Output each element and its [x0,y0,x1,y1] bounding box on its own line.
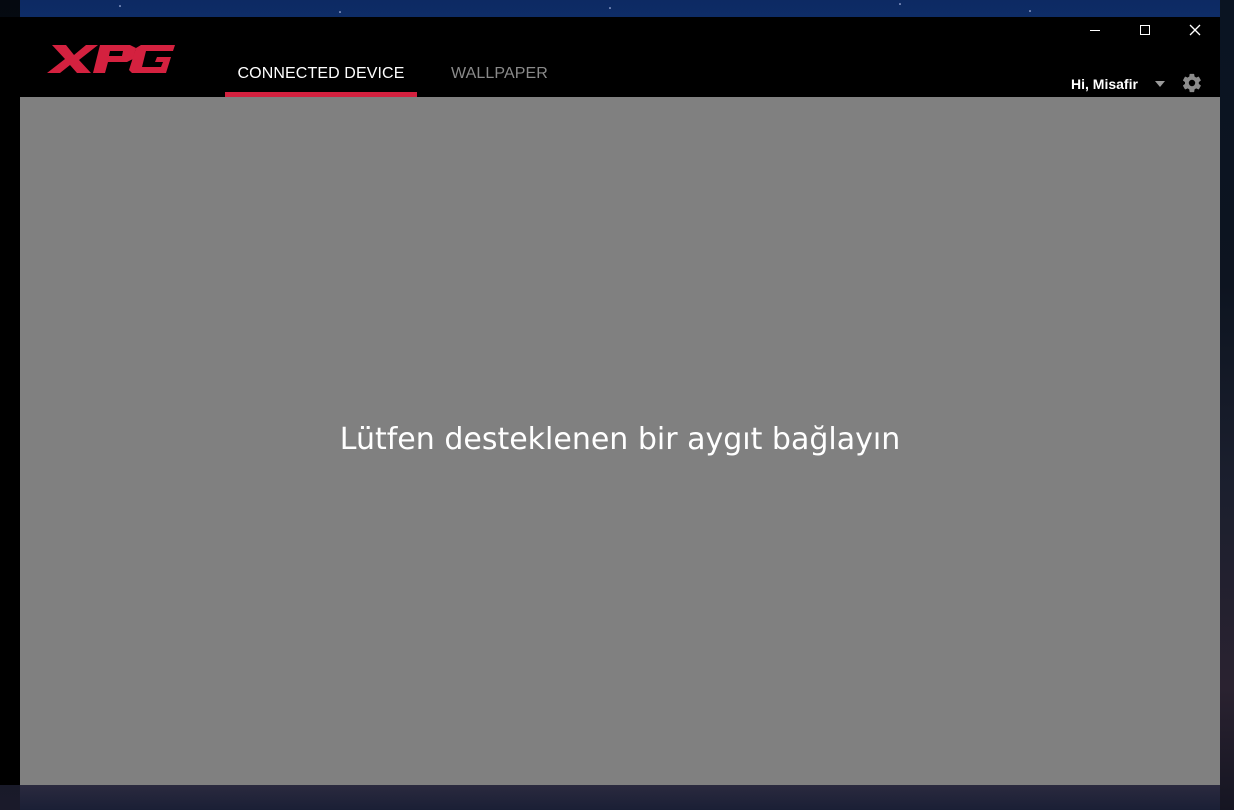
xpg-logo [47,45,175,73]
minimize-icon [1090,30,1100,31]
maximize-icon [1140,25,1150,35]
minimize-button[interactable] [1070,17,1120,43]
close-button[interactable] [1170,17,1220,43]
title-bar: CONNECTED DEVICE WALLPAPER Hi, Misafir [0,17,1220,97]
user-menu[interactable]: Hi, Misafir [1071,74,1166,94]
gear-icon[interactable] [1181,72,1203,94]
app-window: CONNECTED DEVICE WALLPAPER Hi, Misafir L… [0,17,1220,785]
tab-wallpaper-label: WALLPAPER [451,65,548,82]
no-device-message: Lütfen desteklenen bir aygıt bağlayın [339,421,901,457]
user-greeting: Hi, Misafir [1071,76,1138,92]
tab-connected-device-label: CONNECTED DEVICE [237,65,405,82]
desktop-wallpaper-right [1220,0,1234,810]
tab-wallpaper[interactable]: WALLPAPER [442,65,557,97]
close-icon [1189,24,1201,36]
maximize-button[interactable] [1120,17,1170,43]
chevron-down-icon [1154,81,1165,87]
tab-connected-device[interactable]: CONNECTED DEVICE [225,65,417,97]
device-panel: Lütfen desteklenen bir aygıt bağlayın [20,97,1220,785]
